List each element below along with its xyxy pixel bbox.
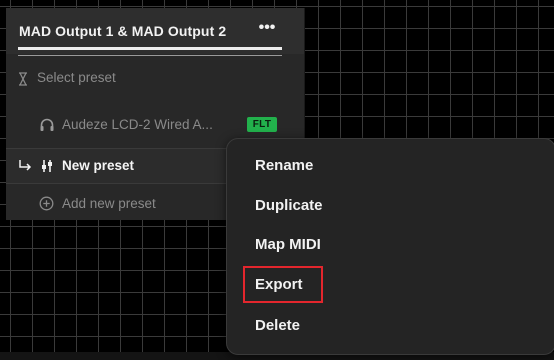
header-divider xyxy=(18,47,282,50)
plus-circle-icon xyxy=(39,196,54,211)
hourglass-icon xyxy=(19,72,27,86)
preset-label-new: New preset xyxy=(62,158,135,173)
more-options-button[interactable]: ••• xyxy=(254,18,280,40)
add-new-preset-label: Add new preset xyxy=(62,196,156,211)
sliders-icon xyxy=(42,160,52,172)
menu-item-duplicate[interactable]: Duplicate xyxy=(255,197,323,214)
filter-badge: FLT xyxy=(247,117,277,132)
preset-item-audeze[interactable]: Audeze LCD-2 Wired A... FLT xyxy=(6,110,304,140)
select-preset-row[interactable]: Select preset xyxy=(6,64,304,94)
menu-item-delete[interactable]: Delete xyxy=(255,317,300,334)
headphones-icon xyxy=(40,118,54,131)
context-menu: Rename Duplicate Map MIDI Export Delete xyxy=(226,138,554,355)
menu-item-map-midi[interactable]: Map MIDI xyxy=(255,236,321,253)
panel-header: MAD Output 1 & MAD Output 2 ••• xyxy=(6,8,304,54)
preset-label-audeze: Audeze LCD-2 Wired A... xyxy=(62,117,213,132)
device-title: MAD Output 1 & MAD Output 2 xyxy=(19,23,227,39)
select-preset-label: Select preset xyxy=(37,70,116,85)
return-arrow-icon xyxy=(19,160,32,171)
menu-item-export[interactable]: Export xyxy=(255,276,303,293)
menu-item-rename[interactable]: Rename xyxy=(255,157,313,174)
header-underline xyxy=(18,55,282,56)
